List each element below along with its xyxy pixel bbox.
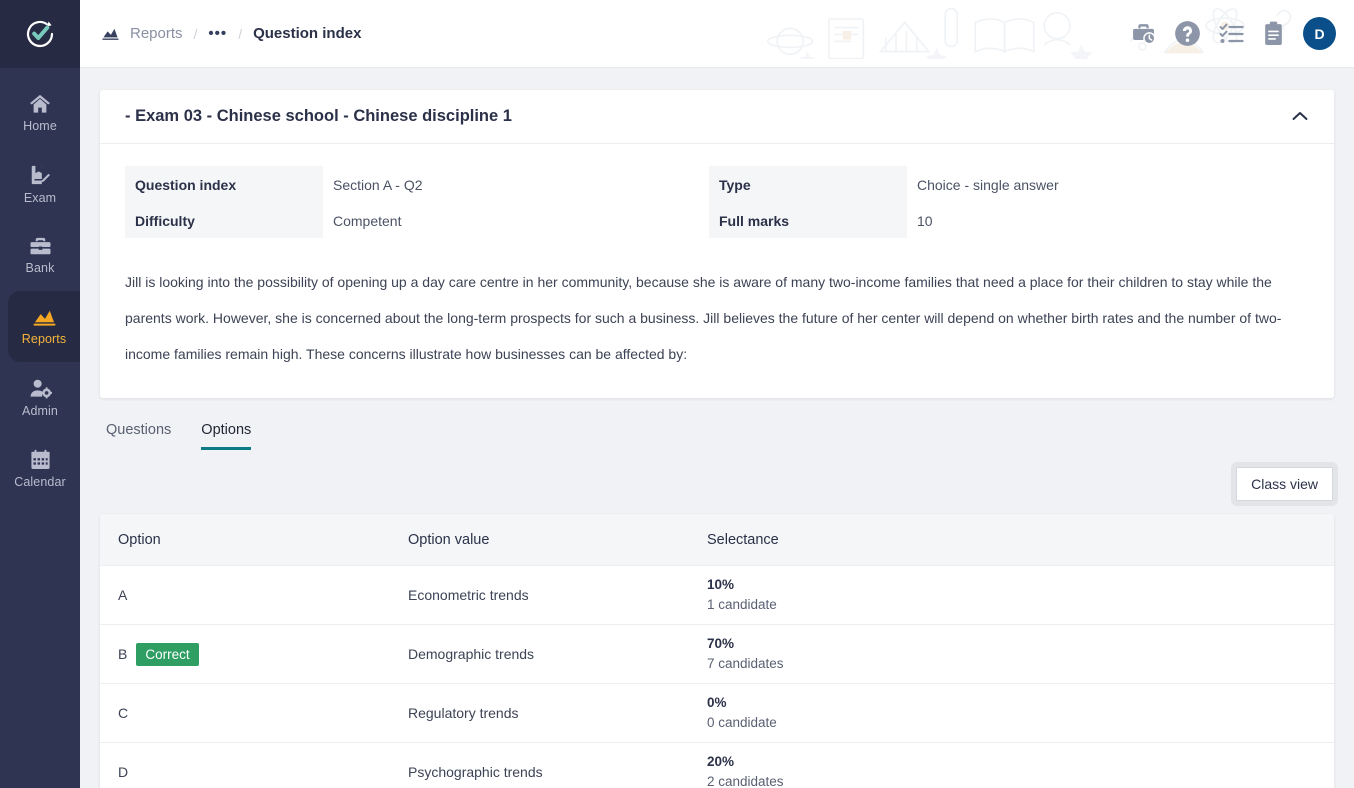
table-row: A Econometric trends 10% 1 candidate [100, 566, 1334, 625]
selectance-percent: 10% [707, 577, 735, 592]
meta-key-question-index: Question index [125, 166, 323, 202]
sidebar-item-label: Bank [25, 261, 55, 275]
selectance-percent: 20% [707, 754, 735, 769]
help-circle-icon[interactable] [1174, 20, 1201, 47]
reports-icon [33, 307, 56, 327]
sidebar-item-label: Admin [22, 403, 58, 418]
selectance-cell: 20% 2 candidates [707, 752, 1316, 788]
sidebar-nav: Home Exam Bank Reports Admin Calendar [0, 68, 80, 504]
option-value-cell: Demographic trends [408, 646, 535, 662]
sidebar-item-exam[interactable]: Exam [0, 149, 80, 220]
sidebar-item-reports[interactable]: Reports [8, 291, 80, 362]
breadcrumb-reports-link[interactable]: Reports [130, 25, 183, 42]
table-row: D Psychographic trends 20% 2 candidates [100, 743, 1334, 788]
option-letter: A [118, 587, 128, 603]
table-row: B Correct Demographic trends 70% 7 candi… [100, 625, 1334, 684]
sidebar-item-label: Calendar [14, 474, 66, 489]
tab-bar: Questions Options [100, 398, 1334, 450]
sidebar-item-calendar[interactable]: Calendar [0, 433, 80, 504]
column-header-option-value: Option value [408, 531, 490, 548]
column-header-option: Option [118, 531, 161, 548]
header-actions: D [1131, 17, 1336, 50]
breadcrumb-current: Question index [253, 25, 362, 42]
clipboard-icon[interactable] [1262, 21, 1285, 46]
meta-value-type: Choice - single answer [917, 177, 1059, 193]
option-value-cell: Econometric trends [408, 587, 529, 603]
selectance-cell: 0% 0 candidate [707, 693, 1316, 733]
avatar[interactable]: D [1303, 17, 1336, 50]
briefcase-clock-icon[interactable] [1131, 21, 1156, 46]
option-letter: C [118, 705, 129, 721]
meta-value-question-index: Section A - Q2 [333, 177, 423, 193]
collapse-toggle-button[interactable] [1286, 102, 1314, 132]
meta-key-type: Type [709, 166, 907, 202]
action-bar: Class view [100, 450, 1338, 514]
question-body-text: Jill is looking into the possibility of … [125, 274, 1282, 362]
selectance-count: 2 candidates [707, 774, 784, 788]
sidebar-item-label: Home [23, 119, 57, 133]
reports-chart-icon [102, 26, 119, 41]
meta-key-full-marks: Full marks [709, 202, 907, 238]
main-area: Reports / ••• / Question index D - Exam … [80, 0, 1354, 788]
tab-questions[interactable]: Questions [106, 422, 171, 450]
selectance-percent: 70% [707, 636, 735, 651]
page-title: - Exam 03 - Chinese school - Chinese dis… [125, 107, 512, 125]
question-meta-table: Question index Section A - Q2 Type Choic… [100, 144, 1334, 238]
meta-key-difficulty: Difficulty [125, 202, 323, 238]
check-circle-logo-icon [26, 20, 54, 48]
option-letter-cell: D [118, 764, 408, 780]
table-header-row: Option Option value Selectance [100, 514, 1334, 566]
selectance-percent: 0% [707, 695, 727, 710]
sidebar: Home Exam Bank Reports Admin Calendar [0, 0, 80, 788]
sidebar-item-home[interactable]: Home [0, 78, 80, 149]
sidebar-item-bank[interactable]: Bank [0, 220, 80, 291]
question-detail-card: - Exam 03 - Chinese school - Chinese dis… [100, 90, 1334, 398]
home-icon [29, 94, 51, 114]
breadcrumb-ellipsis-button[interactable]: ••• [208, 26, 227, 41]
option-value-cell: Regulatory trends [408, 705, 519, 721]
app-root: Home Exam Bank Reports Admin Calendar Re… [0, 0, 1354, 788]
breadcrumb-separator: / [193, 25, 198, 42]
breadcrumb: Reports / ••• / Question index [102, 25, 361, 42]
calendar-icon [30, 449, 51, 470]
option-letter-cell: B Correct [118, 642, 408, 666]
app-logo[interactable] [0, 0, 80, 68]
page-content: - Exam 03 - Chinese school - Chinese dis… [80, 68, 1354, 788]
option-letter: B [118, 646, 128, 662]
checklist-icon[interactable] [1219, 23, 1244, 45]
option-value-cell: Psychographic trends [408, 764, 543, 780]
breadcrumb-separator: / [238, 25, 243, 42]
column-header-selectance: Selectance [707, 531, 779, 548]
tab-options[interactable]: Options [201, 422, 252, 450]
option-letter-cell: C [118, 705, 408, 721]
admin-icon [29, 378, 52, 399]
option-letter-cell: A [118, 587, 408, 603]
selectance-cell: 70% 7 candidates [707, 634, 1316, 674]
option-letter: D [118, 764, 129, 780]
sidebar-item-label: Reports [21, 332, 67, 346]
exam-icon [29, 164, 51, 186]
selectance-cell: 10% 1 candidate [707, 575, 1316, 615]
top-header: Reports / ••• / Question index D [80, 0, 1354, 68]
meta-value-full-marks: 10 [917, 213, 933, 229]
options-table: Option Option value Selectance A Econome… [100, 514, 1334, 788]
selectance-count: 0 candidate [707, 715, 777, 730]
class-view-button[interactable]: Class view [1231, 462, 1338, 506]
selectance-count: 7 candidates [707, 656, 784, 671]
sidebar-item-label: Exam [23, 191, 57, 205]
question-card-header: - Exam 03 - Chinese school - Chinese dis… [100, 90, 1334, 144]
table-row: C Regulatory trends 0% 0 candidate [100, 684, 1334, 743]
chevron-up-icon [1292, 108, 1308, 126]
selectance-count: 1 candidate [707, 597, 777, 612]
meta-value-difficulty: Competent [333, 213, 402, 229]
sidebar-item-admin[interactable]: Admin [0, 362, 80, 433]
bank-icon [29, 236, 52, 256]
status-badge: Correct [136, 642, 199, 666]
